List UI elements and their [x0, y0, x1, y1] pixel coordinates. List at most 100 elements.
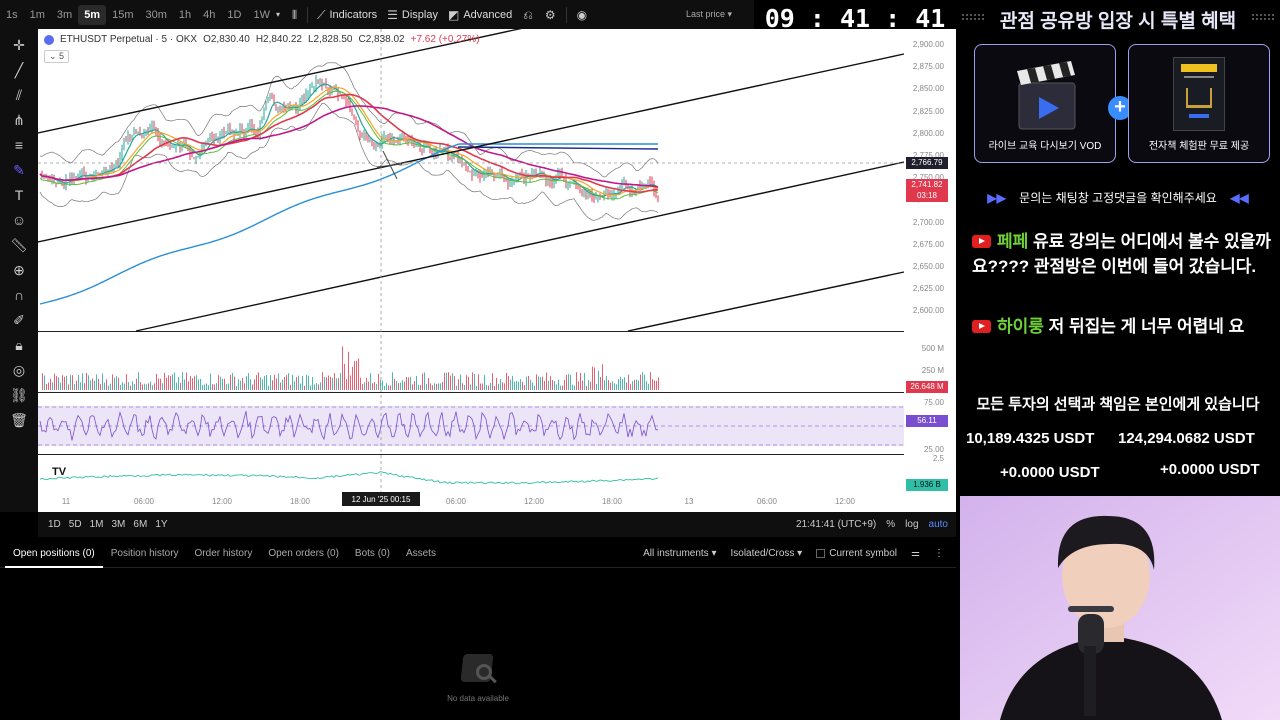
timeframe-15m[interactable]: 15m — [106, 5, 139, 25]
price-tag-countdown: 03:18 — [906, 190, 948, 202]
tab-position-history[interactable]: Position history — [103, 540, 187, 568]
promo-title: 관점 공유방 입장 시 특별 혜택 — [999, 11, 1237, 32]
crosshair-icon[interactable]: ✛ — [7, 33, 31, 57]
timeframe-3m[interactable]: 3m — [51, 5, 78, 25]
advanced-button[interactable]: ◩ Advanced — [443, 9, 517, 21]
volume-bar — [200, 378, 201, 390]
magnet-icon[interactable]: ∩ — [7, 283, 31, 307]
timeframe-1s[interactable]: 1s — [0, 5, 24, 25]
positions-tabs: Open positions (0) Position history Orde… — [0, 540, 956, 568]
trash-icon[interactable]: 🗑︎ — [7, 408, 31, 432]
log-toggle[interactable]: log — [905, 519, 918, 530]
zoom-icon[interactable]: ⊕ — [7, 258, 31, 282]
volume-bar — [360, 377, 361, 390]
no-data-text: No data available — [447, 694, 509, 703]
range-3m[interactable]: 3M — [108, 519, 130, 530]
tab-order-history[interactable]: Order history — [187, 540, 261, 568]
margin-mode-select[interactable]: Isolated/Cross ▾ — [730, 548, 802, 559]
balance-2: 124,294.0682 USDT — [1118, 430, 1255, 447]
volume-bar — [298, 375, 299, 390]
eye-icon[interactable]: ◎ — [7, 358, 31, 382]
volume-bar — [254, 379, 255, 390]
timeframe-5m[interactable]: 5m — [78, 4, 107, 25]
current-symbol-checkbox[interactable]: Current symbol — [816, 548, 897, 559]
screenshot-icon[interactable]: ◉ — [577, 9, 587, 21]
volume-bar — [646, 380, 647, 390]
volume-bar — [140, 382, 141, 390]
indicators-button[interactable]: ⟋ Indicators — [312, 9, 382, 21]
volume-bar — [148, 383, 149, 390]
tab-bots[interactable]: Bots (0) — [347, 540, 398, 568]
price-scale[interactable]: 2,900.00 2,875.00 2,850.00 2,825.00 2,800.00… — [904, 29, 956, 512]
volume-bar — [86, 372, 87, 390]
range-1d[interactable]: 1D — [44, 519, 65, 530]
timeframe-1w[interactable]: 1W — [247, 5, 276, 25]
all-instruments-select[interactable]: All instruments ▾ — [643, 548, 716, 559]
chevron-down-icon[interactable]: ▾ — [276, 10, 280, 19]
channel-icon[interactable]: ⫽ — [7, 83, 31, 107]
ruler-icon[interactable]: 📏︎ — [7, 233, 31, 257]
chat-text: 저 뒤집는 게 너무 어렵네 요 — [1048, 317, 1245, 336]
balance-1: 10,189.4325 USDT — [966, 430, 1095, 447]
volume-bar — [92, 378, 93, 390]
undo-icon[interactable]: ⎌ — [523, 9, 533, 21]
tab-assets[interactable]: Assets — [398, 540, 444, 568]
rsi-tick-label: 75.00 — [923, 398, 944, 407]
timeframe-4h[interactable]: 4h — [197, 5, 221, 25]
text-icon[interactable]: T — [7, 183, 31, 207]
gear-icon[interactable]: ⚙ — [545, 9, 556, 21]
price-tag-crosshair: 2,766.79 — [906, 157, 948, 169]
more-icon[interactable]: ⋮ — [934, 548, 944, 559]
auto-toggle[interactable]: auto — [929, 519, 948, 530]
volume-bar — [392, 372, 393, 390]
volume-bar — [476, 385, 477, 390]
volume-bar — [276, 378, 277, 390]
lock-icon[interactable]: 🔒︎ — [7, 333, 31, 357]
symbol-name[interactable]: ETHUSDT Perpetual · 5 · OKX — [60, 34, 197, 45]
price-chart[interactable]: 11 06:00 12:00 18:00 06:00 12:00 18:00 13 06:00 1… — [38, 29, 956, 512]
brush-icon[interactable]: ✎ — [7, 158, 31, 182]
range-5d[interactable]: 5D — [65, 519, 86, 530]
volume-bar — [156, 374, 157, 390]
fib-icon[interactable]: ≡ — [7, 133, 31, 157]
timeframe-1m[interactable]: 1m — [24, 5, 51, 25]
timezone-display[interactable]: 21:41:41 (UTC+9) — [796, 519, 876, 530]
range-1m[interactable]: 1M — [86, 519, 108, 530]
tab-open-positions[interactable]: Open positions (0) — [5, 540, 103, 568]
percent-toggle[interactable]: % — [886, 519, 895, 530]
volume-bar — [634, 379, 635, 390]
range-1y[interactable]: 1Y — [151, 519, 171, 530]
emoji-icon[interactable]: ☺ — [7, 208, 31, 232]
chart-canvas[interactable]: 11 06:00 12:00 18:00 06:00 12:00 18:00 13 06:00 1… — [38, 29, 956, 512]
volume-bar — [448, 372, 449, 390]
volume-bar — [224, 378, 225, 390]
link-icon[interactable]: ⛓︎ — [7, 383, 31, 407]
display-button[interactable]: ☰ Display — [382, 9, 443, 21]
candles-icon[interactable]: ⫴ — [292, 9, 297, 21]
filter-settings-icon[interactable]: ⚌ — [911, 548, 920, 559]
position-filters: All instruments ▾ Isolated/Cross ▾ Curre… — [643, 548, 944, 559]
volume-bar — [326, 377, 327, 390]
oscillator-tick-label: 2.5 — [932, 454, 944, 463]
indicator-collapse-button[interactable]: ⌄ 5 — [44, 50, 70, 63]
pane-divider — [38, 454, 904, 455]
volume-bar — [164, 372, 165, 390]
volume-bar — [644, 374, 645, 390]
double-arrow-right-icon: ▶▶ — [987, 191, 1006, 205]
volume-bar — [332, 377, 333, 390]
volume-bar — [402, 380, 403, 390]
volume-bar — [472, 372, 473, 390]
timeframe-30m[interactable]: 30m — [140, 5, 173, 25]
lock-drawing-icon[interactable]: ✐ — [7, 308, 31, 332]
volume-bar — [100, 384, 101, 390]
volume-bar — [480, 383, 481, 390]
timeframe-1d[interactable]: 1D — [221, 5, 247, 25]
volume-bar — [290, 384, 291, 390]
volume-bar — [42, 373, 43, 390]
tab-open-orders[interactable]: Open orders (0) — [260, 540, 347, 568]
last-price-select[interactable]: Last price ▾ — [686, 9, 732, 20]
trendline-icon[interactable]: ╱ — [7, 58, 31, 82]
pitchfork-icon[interactable]: ⋔ — [7, 108, 31, 132]
range-6m[interactable]: 6M — [129, 519, 151, 530]
timeframe-1h[interactable]: 1h — [173, 5, 197, 25]
